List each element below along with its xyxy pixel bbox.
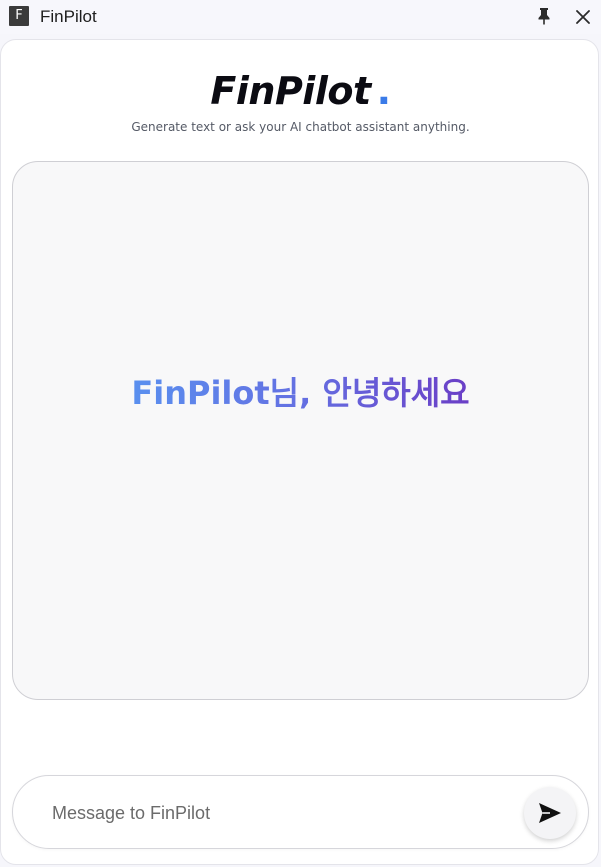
message-composer: [12, 775, 589, 849]
brand-name: FinPilot: [210, 69, 371, 113]
title-bar: F FinPilot: [0, 0, 601, 34]
chat-area: [12, 161, 589, 700]
send-button[interactable]: [524, 787, 576, 839]
brand-dot: .: [376, 69, 391, 113]
window-title: FinPilot: [40, 7, 97, 26]
greeting-text: FinPilot님, 안녕하세요: [0, 372, 601, 414]
message-input[interactable]: [50, 798, 494, 828]
send-icon: [539, 803, 561, 823]
subtitle: Generate text or ask your AI chatbot ass…: [131, 120, 470, 134]
pin-button[interactable]: [532, 4, 556, 28]
brand-title: FinPilot.: [0, 68, 601, 114]
app-icon: F: [9, 6, 29, 26]
close-button[interactable]: [570, 4, 596, 30]
pin-icon: [538, 8, 550, 25]
close-icon: [576, 10, 590, 24]
greeting-label: FinPilot님, 안녕하세요: [131, 374, 470, 412]
